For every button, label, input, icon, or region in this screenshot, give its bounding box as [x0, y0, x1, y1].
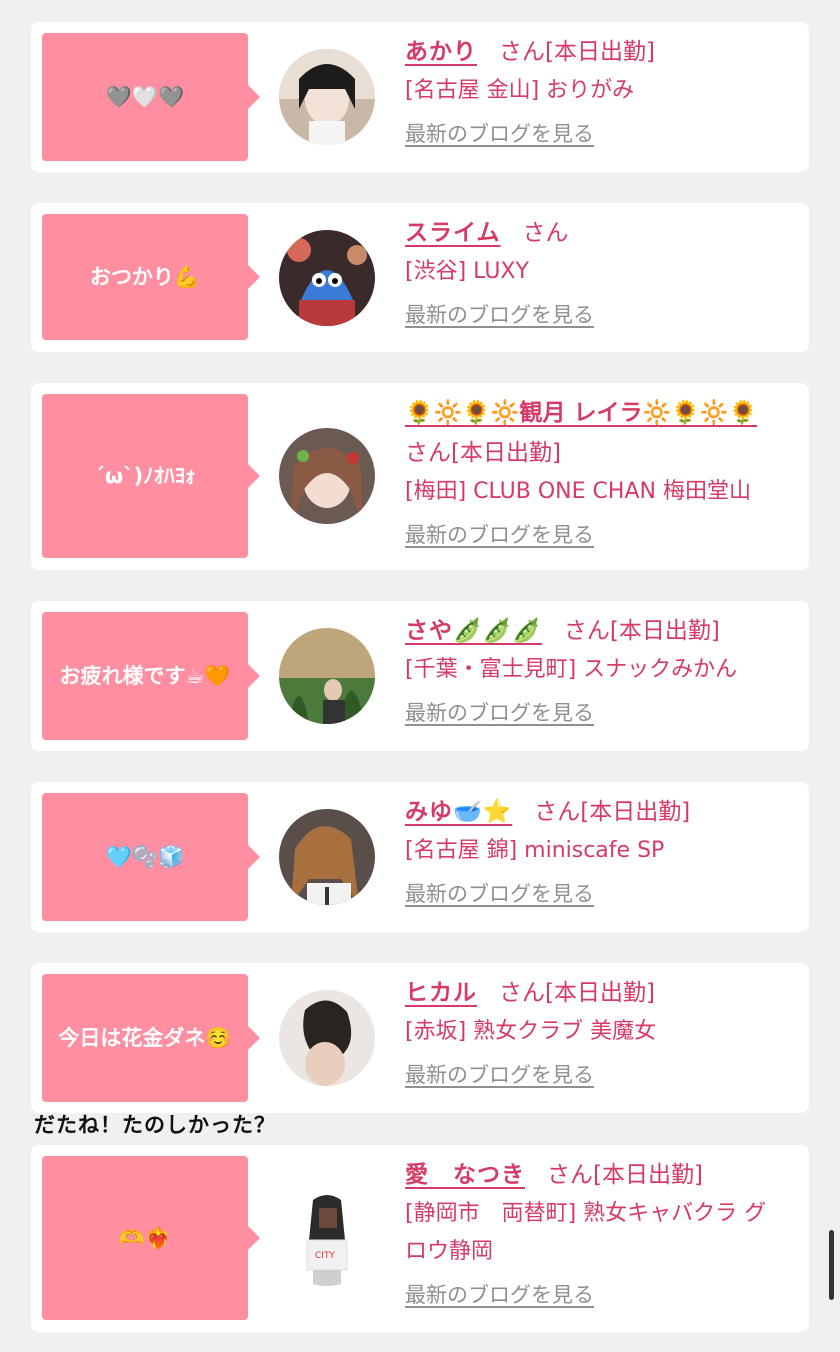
shop-info: [名古屋 金山] おりがみ: [405, 78, 635, 103]
message-text: ´ω`)ﾉｵﾊﾖｫ: [94, 463, 196, 488]
entry-info: あかり さん[本日出勤] [名古屋 金山] おりがみ 最新のブログを見る: [405, 32, 791, 148]
latest-blog-link[interactable]: 最新のブログを見る: [405, 519, 791, 549]
message-bubble: お疲れ様です☕🧡: [42, 612, 260, 740]
girl-name-link[interactable]: ヒカル: [405, 980, 477, 1006]
honorific: さん: [534, 799, 581, 825]
avatar[interactable]: [279, 990, 375, 1086]
message-text: 🩶🤍🩶: [105, 84, 185, 109]
avatar[interactable]: [279, 809, 375, 905]
entry-info: さや🫛🫛🫛 さん[本日出勤] [千葉・富士見町] スナックみかん 最新のブログを見…: [405, 611, 791, 727]
message-text: 🫶❤️‍🔥: [118, 1225, 172, 1250]
girl-name-link[interactable]: 愛 なつき: [405, 1162, 525, 1188]
blog-entry-card: 今日は花金ダネ☺️ ヒカル さん[本日出勤] [赤坂] 熟女クラブ 美魔女 最新の…: [31, 963, 809, 1113]
avatar[interactable]: [279, 230, 375, 326]
message-bubble: 🩵🫧🧊: [42, 793, 260, 921]
blog-entry-card: ´ω`)ﾉｵﾊﾖｫ 🌻🔆🌻🔆観月 レイラ🔆🌻🔆🌻 さん[本日出勤] [梅田] CL…: [31, 383, 809, 570]
entry-info: みゆ🥣⭐ さん[本日出勤] [名古屋 錦] miniscafe SP 最新のブログ…: [405, 792, 791, 908]
message-text: おつかり💪: [89, 264, 201, 289]
today-badge: [本日出勤]: [545, 39, 655, 65]
latest-blog-link[interactable]: 最新のブログを見る: [405, 299, 791, 329]
today-badge: [本日出勤]: [545, 980, 655, 1006]
blog-entry-card: 🫶❤️‍🔥 CITY 愛 なつき さん[本日出勤] [静岡市 両替町] 熟女キャバ…: [31, 1145, 809, 1332]
latest-blog-link[interactable]: 最新のブログを見る: [405, 878, 791, 908]
girl-name-link[interactable]: スライム: [405, 220, 501, 246]
today-badge: [本日出勤]: [593, 1162, 703, 1188]
girl-name-link[interactable]: みゆ🥣⭐: [405, 799, 512, 825]
girl-name-link[interactable]: 🌻🔆🌻🔆観月 レイラ🔆🌻🔆🌻: [405, 400, 757, 426]
message-text: 今日は花金ダネ☺️: [58, 1025, 232, 1050]
shop-info: [赤坂] 熟女クラブ 美魔女: [405, 1019, 657, 1044]
blog-entry-card: 🩵🫧🧊 みゆ🥣⭐ さん[本日出勤] [名古屋 錦] miniscafe SP 最新…: [31, 782, 809, 932]
shop-info: [梅田] CLUB ONE CHAN 梅田堂山: [405, 479, 751, 504]
today-badge: [本日出勤]: [609, 618, 720, 644]
today-badge: [本日出勤]: [451, 440, 561, 466]
message-text: 🩵🫧🧊: [105, 844, 185, 869]
latest-blog-link[interactable]: 最新のブログを見る: [405, 118, 791, 148]
message-bubble: 🩶🤍🩶: [42, 33, 260, 161]
entry-info: ヒカル さん[本日出勤] [赤坂] 熟女クラブ 美魔女 最新のブログを見る: [405, 973, 791, 1089]
message-bubble: ´ω`)ﾉｵﾊﾖｫ: [42, 394, 260, 558]
latest-blog-link[interactable]: 最新のブログを見る: [405, 1059, 791, 1089]
honorific: さん: [499, 39, 545, 65]
avatar[interactable]: CITY: [279, 1190, 375, 1286]
today-badge: [本日出勤]: [580, 799, 691, 825]
avatar[interactable]: [279, 628, 375, 724]
latest-blog-link[interactable]: 最新のブログを見る: [405, 697, 791, 727]
shop-info: [名古屋 錦] miniscafe SP: [405, 838, 665, 863]
entry-info: スライム さん [渋谷] LUXY 最新のブログを見る: [405, 213, 791, 329]
overlay-note: だたね！たのしかった？: [34, 1113, 276, 1137]
honorific: さん: [499, 980, 545, 1006]
shop-info: [千葉・富士見町] スナックみかん: [405, 657, 738, 682]
shop-info: [渋谷] LUXY: [405, 259, 529, 284]
avatar[interactable]: [279, 49, 375, 145]
latest-blog-link[interactable]: 最新のブログを見る: [405, 1279, 791, 1309]
entry-info: 🌻🔆🌻🔆観月 レイラ🔆🌻🔆🌻 さん[本日出勤] [梅田] CLUB ONE CHA…: [405, 393, 791, 549]
avatar[interactable]: [279, 428, 375, 524]
girl-name-link[interactable]: あかり: [405, 39, 477, 65]
message-bubble: 🫶❤️‍🔥: [42, 1156, 260, 1320]
blog-entry-card: おつかり💪 スライム さん [渋谷] LUXY 最新のブログを見る: [31, 203, 809, 352]
honorific: さん: [405, 440, 451, 466]
message-bubble: 今日は花金ダネ☺️: [42, 974, 260, 1102]
message-bubble: おつかり💪: [42, 214, 260, 340]
message-text: お疲れ様です☕🧡: [59, 663, 231, 688]
entry-info: 愛 なつき さん[本日出勤] [静岡市 両替町] 熟女キャバクラ グロウ静岡 最新…: [405, 1155, 791, 1309]
blog-entry-card: 🩶🤍🩶 あかり さん[本日出勤] [名古屋 金山] おりがみ 最新のブログを見る: [31, 22, 809, 172]
blog-entry-card: お疲れ様です☕🧡 さや🫛🫛🫛 さん[本日出勤] [千葉・富士見町] スナックみかん…: [31, 601, 809, 751]
honorific: さん: [522, 220, 569, 246]
girl-name-link[interactable]: さや🫛🫛🫛: [405, 618, 542, 644]
scrollbar[interactable]: [829, 1230, 834, 1300]
svg-text:CITY: CITY: [315, 1251, 335, 1261]
shop-info: [静岡市 両替町] 熟女キャバクラ グロウ静岡: [405, 1201, 767, 1264]
honorific: さん: [547, 1162, 593, 1188]
honorific: さん: [563, 618, 610, 644]
